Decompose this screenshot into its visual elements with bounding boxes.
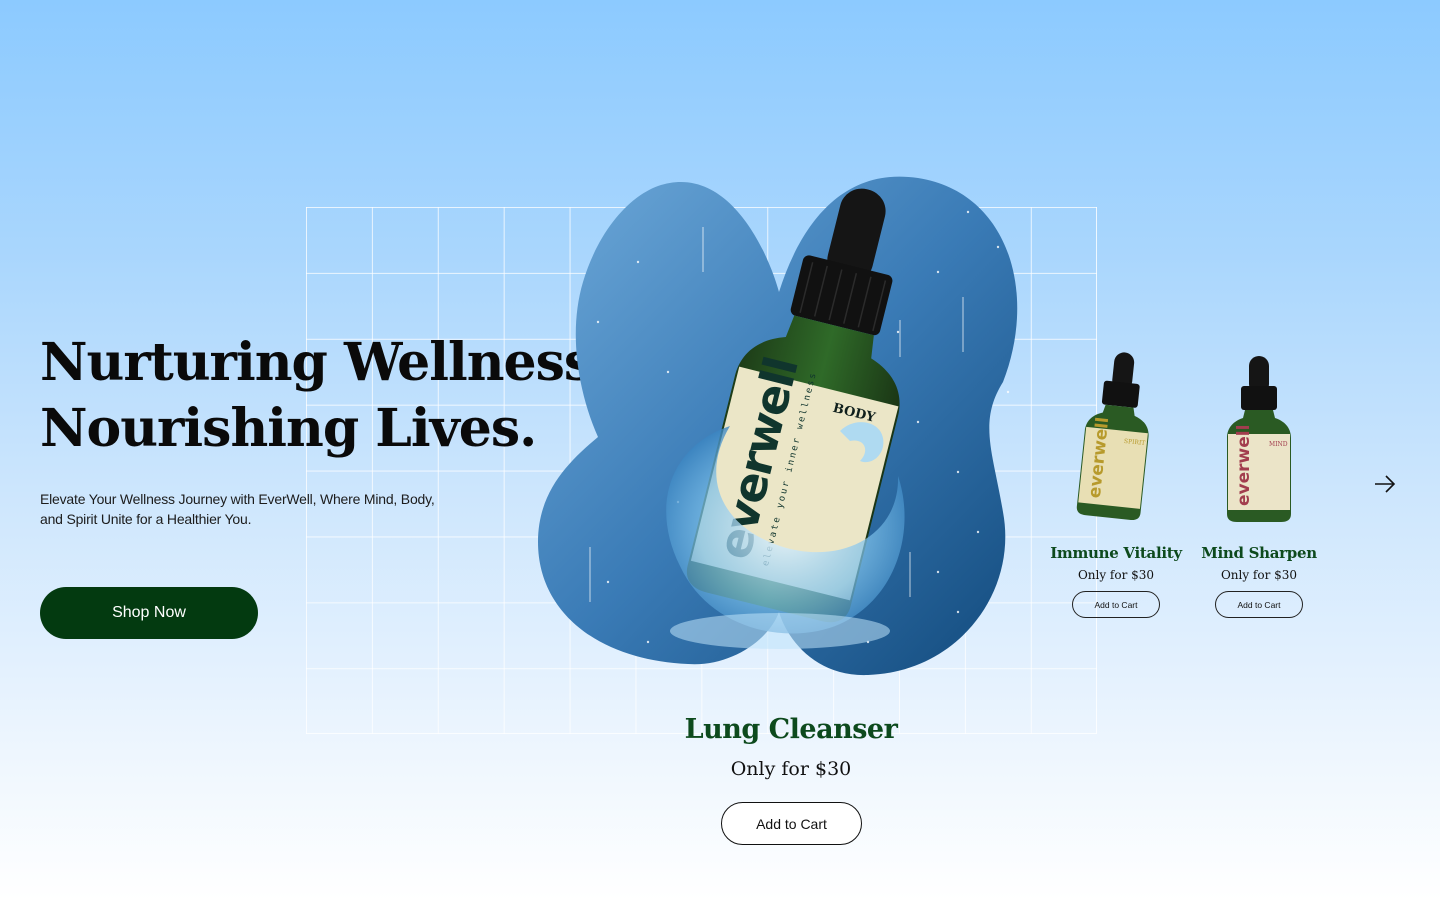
immune-vitality-price: Only for $30	[1077, 568, 1155, 582]
immune-vitality-name: Immune Vitality	[1050, 544, 1182, 562]
immune-vitality-add-to-cart-button[interactable]: Add to Cart	[1072, 591, 1160, 618]
featured-product-price: Only for $30	[730, 758, 852, 780]
hero-title-line-2: Nourishing Lives.	[40, 398, 537, 459]
carousel-next-button[interactable]	[1370, 469, 1400, 499]
mind-sharpen-bottle-image: everwell MIND	[1227, 356, 1291, 522]
product-card-mind-sharpen[interactable]: everwell MIND Mind Sharpen Only for $30 …	[1189, 350, 1329, 618]
hero-title-line-1: Nurturing Wellness,	[40, 332, 610, 393]
featured-add-to-cart-button[interactable]: Add to Cart	[721, 802, 862, 845]
mind-sharpen-price: Only for $30	[1220, 568, 1298, 582]
arrow-right-icon	[1375, 475, 1396, 493]
hero-subtitle: Elevate Your Wellness Journey with EverW…	[40, 491, 435, 527]
svg-text:everwell: everwell	[1234, 425, 1254, 506]
shop-now-button[interactable]: Shop Now	[40, 587, 258, 639]
hero-title: Nurturing Wellness, Nourishing Lives.	[40, 330, 610, 462]
immune-vitality-bottle-image: everwell SPIRIT	[1076, 352, 1149, 521]
mind-sharpen-name: Mind Sharpen	[1201, 544, 1317, 562]
mind-sharpen-add-to-cart-button[interactable]: Add to Cart	[1215, 591, 1303, 618]
featured-product-name: Lung Cleanser	[684, 714, 898, 745]
lung-cleanser-bottle-image: everwell elevate your inner wellness BOD…	[666, 188, 905, 649]
product-card-immune-vitality[interactable]: everwell SPIRIT Immune Vitality Only for…	[1046, 350, 1186, 618]
svg-text:MIND: MIND	[1269, 441, 1288, 448]
